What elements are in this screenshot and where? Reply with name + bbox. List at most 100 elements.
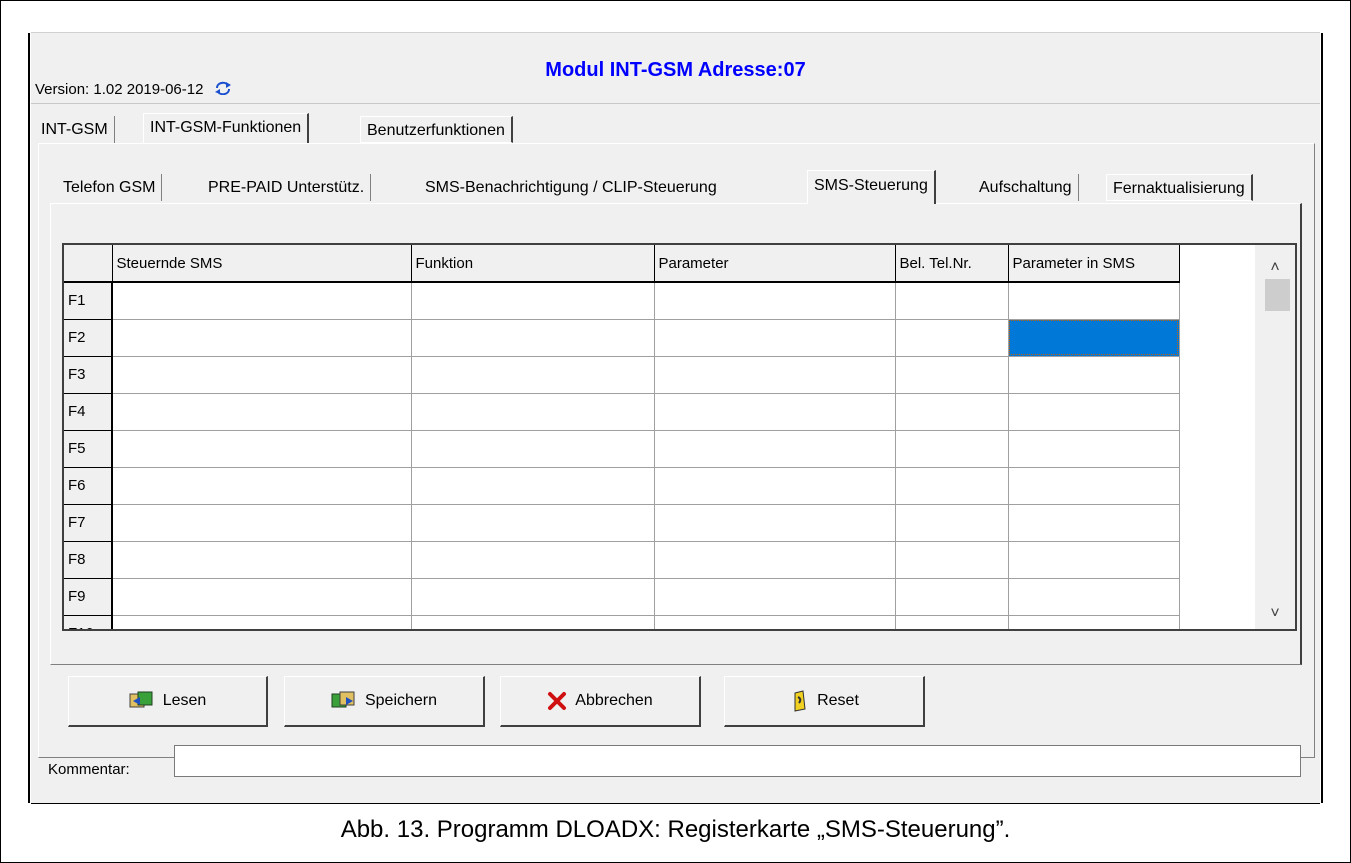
table-row[interactable]: F3: [64, 356, 1180, 394]
grid-cell[interactable]: [654, 356, 896, 394]
grid-cell[interactable]: [654, 319, 896, 357]
column-header[interactable]: Bel. Tel.Nr.: [895, 245, 1009, 283]
table-row[interactable]: F1: [64, 282, 1180, 320]
grid-cell[interactable]: [654, 504, 896, 542]
grid-cell[interactable]: [1008, 615, 1180, 629]
grid-cell[interactable]: [895, 430, 1009, 468]
grid-cell[interactable]: [654, 282, 896, 320]
corner-cell: [64, 245, 113, 283]
grid-cell[interactable]: [112, 393, 412, 431]
grid-cell[interactable]: [895, 504, 1009, 542]
grid-cell[interactable]: [654, 615, 896, 629]
refresh-icon[interactable]: [214, 81, 232, 99]
table-row[interactable]: F4: [64, 393, 1180, 431]
grid-cell[interactable]: [411, 430, 655, 468]
grid-cell[interactable]: [1008, 282, 1180, 320]
vertical-scrollbar[interactable]: ˄ ˅: [1255, 245, 1295, 629]
grid-cell[interactable]: [1008, 430, 1180, 468]
grid-cell[interactable]: [1008, 356, 1180, 394]
grid-cell-selected[interactable]: [1008, 319, 1180, 357]
grid-cell[interactable]: [895, 578, 1009, 616]
row-header[interactable]: F1: [64, 282, 113, 320]
page-title: Modul INT-GSM Adresse:07: [545, 59, 806, 81]
scroll-thumb[interactable]: [1265, 279, 1290, 311]
column-header[interactable]: Parameter in SMS: [1008, 245, 1180, 283]
tab-benutzerfunktionen[interactable]: Benutzerfunktionen: [360, 116, 513, 143]
reset-button[interactable]: Reset: [724, 676, 925, 727]
grid-cell[interactable]: [112, 615, 412, 629]
row-header[interactable]: F2: [64, 319, 113, 357]
grid-cell[interactable]: [112, 356, 412, 394]
grid-cell[interactable]: [654, 541, 896, 579]
grid-cell[interactable]: [1008, 467, 1180, 505]
grid-cell[interactable]: [895, 615, 1009, 629]
row-header[interactable]: F3: [64, 356, 113, 394]
read-icon: [129, 691, 155, 711]
grid-cell[interactable]: [112, 467, 412, 505]
grid-cell[interactable]: [895, 319, 1009, 357]
tab-int-gsm-funktionen[interactable]: INT-GSM-Funktionen: [143, 113, 310, 143]
row-header[interactable]: F4: [64, 393, 113, 431]
table-row[interactable]: F9: [64, 578, 1180, 616]
grid-cell[interactable]: [112, 282, 412, 320]
comment-input[interactable]: [174, 745, 1301, 777]
grid-cell[interactable]: [654, 467, 896, 505]
grid-cell[interactable]: [411, 467, 655, 505]
read-button[interactable]: Lesen: [68, 676, 268, 727]
row-header[interactable]: F6: [64, 467, 113, 505]
tab-pre-paid[interactable]: PRE-PAID Unterstütz.: [202, 174, 372, 201]
grid-cell[interactable]: [895, 467, 1009, 505]
grid-cell[interactable]: [1008, 578, 1180, 616]
read-label: Lesen: [162, 692, 207, 709]
grid-cell[interactable]: [112, 430, 412, 468]
grid-cell[interactable]: [654, 393, 896, 431]
grid-cell[interactable]: [411, 393, 655, 431]
tab-int-gsm[interactable]: INT-GSM: [35, 116, 115, 143]
row-header[interactable]: F10: [64, 615, 113, 629]
version-info: Version: 1.02 2019-06-12: [35, 81, 232, 99]
grid-cell[interactable]: [112, 578, 412, 616]
grid-cell[interactable]: [411, 541, 655, 579]
grid-table: Steuernde SMS Funktion Parameter Bel. Te…: [64, 245, 1180, 629]
grid-cell[interactable]: [1008, 541, 1180, 579]
table-row[interactable]: F10: [64, 615, 1180, 629]
grid-cell[interactable]: [895, 541, 1009, 579]
grid-cell[interactable]: [112, 319, 412, 357]
grid-cell[interactable]: [895, 282, 1009, 320]
table-row[interactable]: F7: [64, 504, 1180, 542]
row-header[interactable]: F8: [64, 541, 113, 579]
grid-cell[interactable]: [1008, 504, 1180, 542]
grid-cell[interactable]: [112, 504, 412, 542]
save-button[interactable]: Speichern: [284, 676, 485, 727]
tab-sms-steuerung[interactable]: SMS-Steuerung: [807, 170, 936, 204]
row-header[interactable]: F9: [64, 578, 113, 616]
row-header[interactable]: F5: [64, 430, 113, 468]
grid-cell[interactable]: [654, 430, 896, 468]
scroll-down-icon[interactable]: ˅: [1255, 599, 1295, 629]
tab-telefon-gsm[interactable]: Telefon GSM: [57, 174, 163, 201]
grid-cell[interactable]: [112, 541, 412, 579]
row-header[interactable]: F7: [64, 504, 113, 542]
table-row[interactable]: F2: [64, 319, 1180, 357]
grid-cell[interactable]: [895, 393, 1009, 431]
grid-cell[interactable]: [1008, 393, 1180, 431]
table-row[interactable]: F5: [64, 430, 1180, 468]
tab-aufschaltung[interactable]: Aufschaltung: [973, 174, 1079, 201]
grid-cell[interactable]: [895, 356, 1009, 394]
tab-sms-benachrichtigung[interactable]: SMS-Benachrichtigung / CLIP-Steuerung: [419, 174, 723, 201]
grid-cell[interactable]: [411, 356, 655, 394]
column-header[interactable]: Steuernde SMS: [112, 245, 412, 283]
grid-cell[interactable]: [411, 578, 655, 616]
table-row[interactable]: F6: [64, 467, 1180, 505]
column-header[interactable]: Parameter: [654, 245, 896, 283]
column-header[interactable]: Funktion: [411, 245, 655, 283]
comment-label: Kommentar:: [48, 761, 130, 778]
tab-fernaktualisierung[interactable]: Fernaktualisierung: [1106, 174, 1253, 201]
cancel-button[interactable]: Abbrechen: [500, 676, 701, 727]
grid-cell[interactable]: [654, 578, 896, 616]
grid-cell[interactable]: [411, 615, 655, 629]
grid-cell[interactable]: [411, 504, 655, 542]
grid-cell[interactable]: [411, 282, 655, 320]
grid-cell[interactable]: [411, 319, 655, 357]
table-row[interactable]: F8: [64, 541, 1180, 579]
